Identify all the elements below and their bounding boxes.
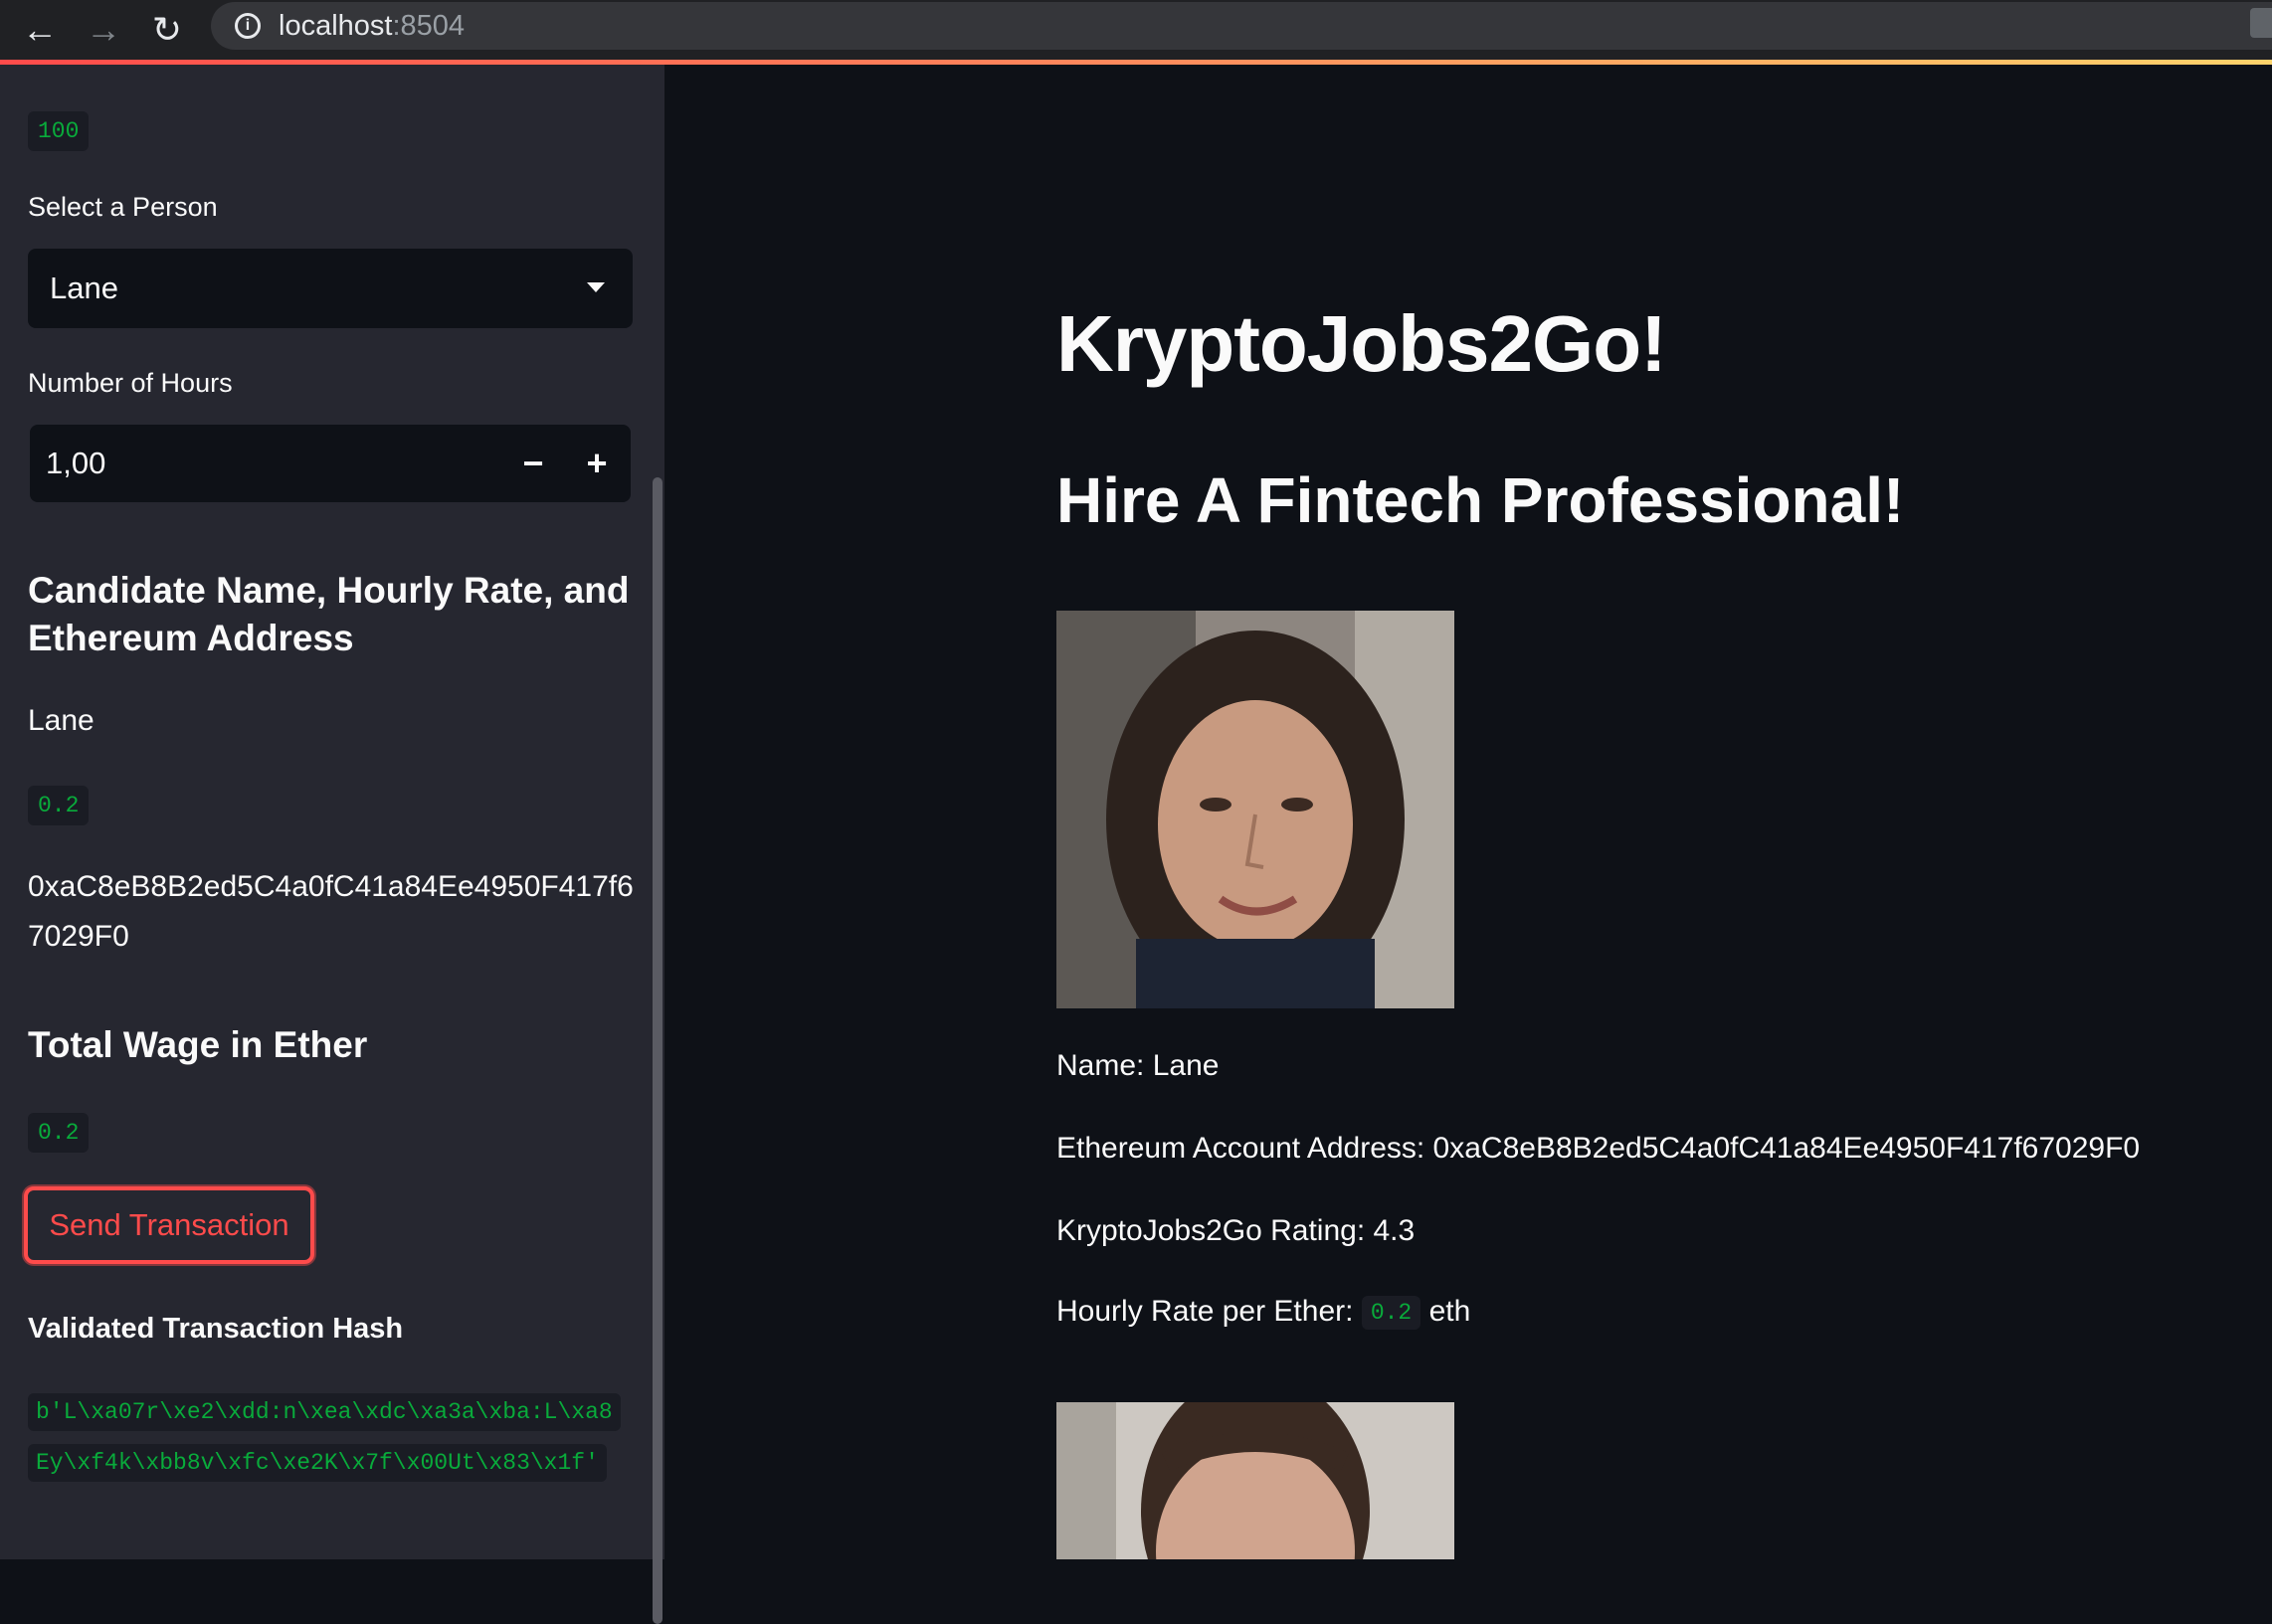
sidebar-scrollbar[interactable] <box>653 477 663 1624</box>
person-select[interactable]: Lane <box>28 249 633 328</box>
candidate-heading: Candidate Name, Hourly Rate, and Ethereu… <box>28 570 630 658</box>
candidate-photo-2 <box>1056 1402 1454 1559</box>
transaction-hash-value: b'L\xa07r\xe2\xdd:n\xea\xdc\xa3a\xba:L\x… <box>28 1393 621 1482</box>
chevron-down-icon[interactable] <box>587 282 605 292</box>
url-host: localhost <box>279 9 393 42</box>
reload-icon[interactable]: ↻ <box>135 0 199 60</box>
back-arrow-icon[interactable]: ← <box>8 0 72 60</box>
rate-prefix: Hourly Rate per Ether: <box>1056 1295 1354 1328</box>
total-wage-heading: Total Wage in Ether <box>28 1024 368 1065</box>
send-transaction-button[interactable]: Send Transaction <box>24 1186 314 1264</box>
person-select-value: Lane <box>50 271 118 305</box>
candidate-name-line: Name: Lane <box>1056 1049 1220 1082</box>
page-title: KryptoJobs2Go! <box>1056 299 1667 388</box>
hash-heading: Validated Transaction Hash <box>28 1313 404 1345</box>
transaction-hash: b'L\xa07r\xe2\xdd:n\xea\xdc\xa3a\xba:L\x… <box>28 1387 625 1489</box>
select-person-label: Select a Person <box>28 192 218 222</box>
rate-value: 0.2 <box>1361 1296 1421 1331</box>
forward-arrow-icon[interactable]: → <box>72 0 135 60</box>
candidate-rate-line: Hourly Rate per Ether: 0.2 eth <box>1056 1295 1471 1331</box>
url-port: :8504 <box>392 9 466 42</box>
candidate-name: Lane <box>28 704 95 737</box>
browser-toolbar: ← → ↻ i localhost:8504 <box>0 0 2272 60</box>
extension-icon[interactable] <box>2250 8 2272 38</box>
hours-input[interactable]: 1,00 − + <box>30 425 631 502</box>
rate-suffix: eth <box>1428 1295 1471 1328</box>
candidate-photo <box>1056 611 1454 1008</box>
info-icon[interactable]: i <box>235 13 261 39</box>
total-wage-value: 0.2 <box>28 1113 90 1153</box>
decrement-button[interactable]: − <box>501 425 565 502</box>
candidate-address: 0xaC8eB8B2ed5C4a0fC41a84Ee4950F417f67029… <box>28 870 634 953</box>
address-bar[interactable]: i localhost:8504 <box>211 2 2272 50</box>
candidate-rating-line: KryptoJobs2Go Rating: 4.3 <box>1056 1214 1416 1247</box>
candidate-address-line: Ethereum Account Address: 0xaC8eB8B2ed5C… <box>1056 1132 2141 1165</box>
increment-button[interactable]: + <box>565 425 629 502</box>
candidate-rate: 0.2 <box>28 786 90 825</box>
sidebar-top-value: 100 <box>28 111 90 151</box>
page-subtitle: Hire A Fintech Professional! <box>1056 464 1905 536</box>
sidebar: 100 Select a Person Lane Number of Hours… <box>0 65 664 1624</box>
hours-value[interactable]: 1,00 <box>46 446 105 481</box>
hours-label: Number of Hours <box>28 368 233 398</box>
